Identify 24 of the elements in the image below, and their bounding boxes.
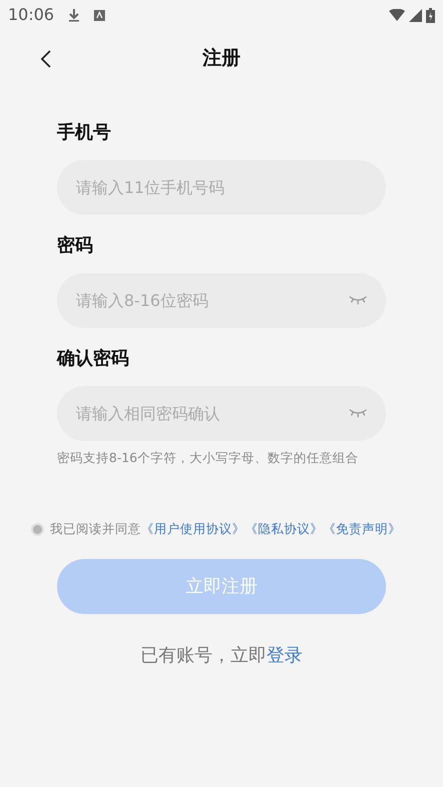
- wifi-icon: [389, 9, 405, 21]
- login-link[interactable]: 登录: [266, 642, 302, 668]
- back-icon: [41, 50, 51, 68]
- input-field[interactable]: 请输入8-16位密码: [57, 273, 386, 328]
- input-field[interactable]: 请输入相同密码确认: [57, 386, 386, 441]
- field-label: 确认密码: [57, 347, 130, 371]
- notification-icon: [94, 10, 106, 20]
- field-label: 密码: [57, 234, 94, 258]
- eye-closed-icon[interactable]: [348, 408, 368, 418]
- battery-icon: [426, 8, 435, 22]
- status-time: 10:06: [8, 4, 54, 26]
- signal-icon: [409, 8, 422, 22]
- page-title: 注册: [202, 46, 240, 71]
- agreement-link[interactable]: 《隐私协议》: [245, 520, 323, 538]
- input-field[interactable]: 请输入11位手机号码: [57, 160, 386, 215]
- eye-closed-icon[interactable]: [348, 295, 368, 305]
- agreement-link[interactable]: 《免责声明》: [323, 520, 401, 538]
- agreement-checkbox[interactable]: [31, 522, 44, 536]
- field-label: 手机号: [57, 121, 112, 145]
- download-icon: [68, 8, 80, 22]
- login-prompt: 已有账号，立即: [140, 644, 266, 668]
- agreement-text: 我已阅读并同意: [50, 520, 141, 538]
- password-hint: 密码支持8-16个字符，大小写字母、数字的任意组合: [57, 449, 360, 467]
- agreement-link[interactable]: 《用户使用协议》: [141, 520, 245, 538]
